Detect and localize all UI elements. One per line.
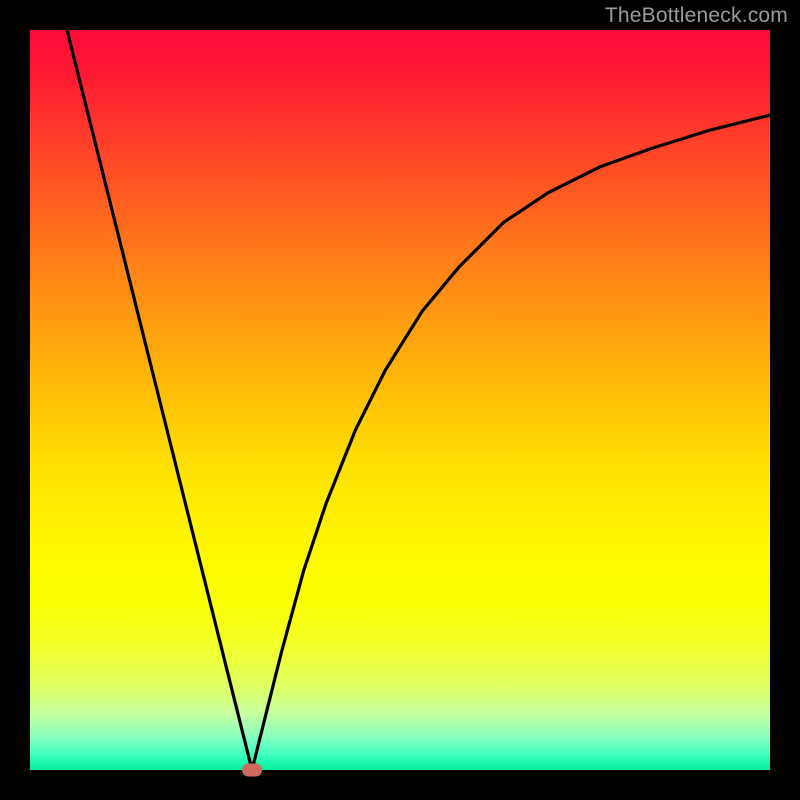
watermark-text: TheBottleneck.com	[605, 4, 788, 28]
chart-frame: TheBottleneck.com	[0, 0, 800, 800]
bottleneck-curve	[30, 30, 770, 770]
curve-path	[67, 30, 770, 770]
minimum-marker	[242, 764, 262, 777]
plot-area	[30, 30, 770, 770]
